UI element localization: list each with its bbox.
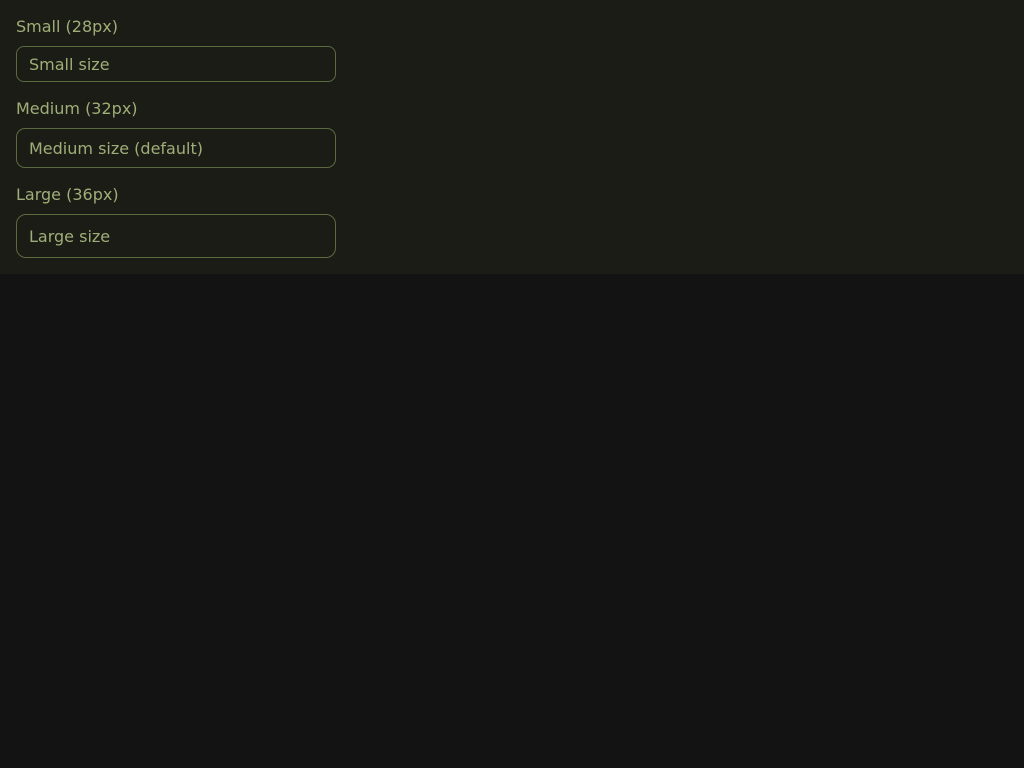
small-input[interactable] (16, 46, 336, 82)
small-input-label: Small (28px) (16, 17, 118, 36)
large-input-label: Large (36px) (16, 185, 119, 204)
large-input[interactable] (16, 214, 336, 258)
medium-input[interactable] (16, 128, 336, 168)
medium-input-label: Medium (32px) (16, 99, 138, 118)
input-sizes-panel: Small (28px) Medium (32px) Large (36px) (0, 0, 1024, 274)
